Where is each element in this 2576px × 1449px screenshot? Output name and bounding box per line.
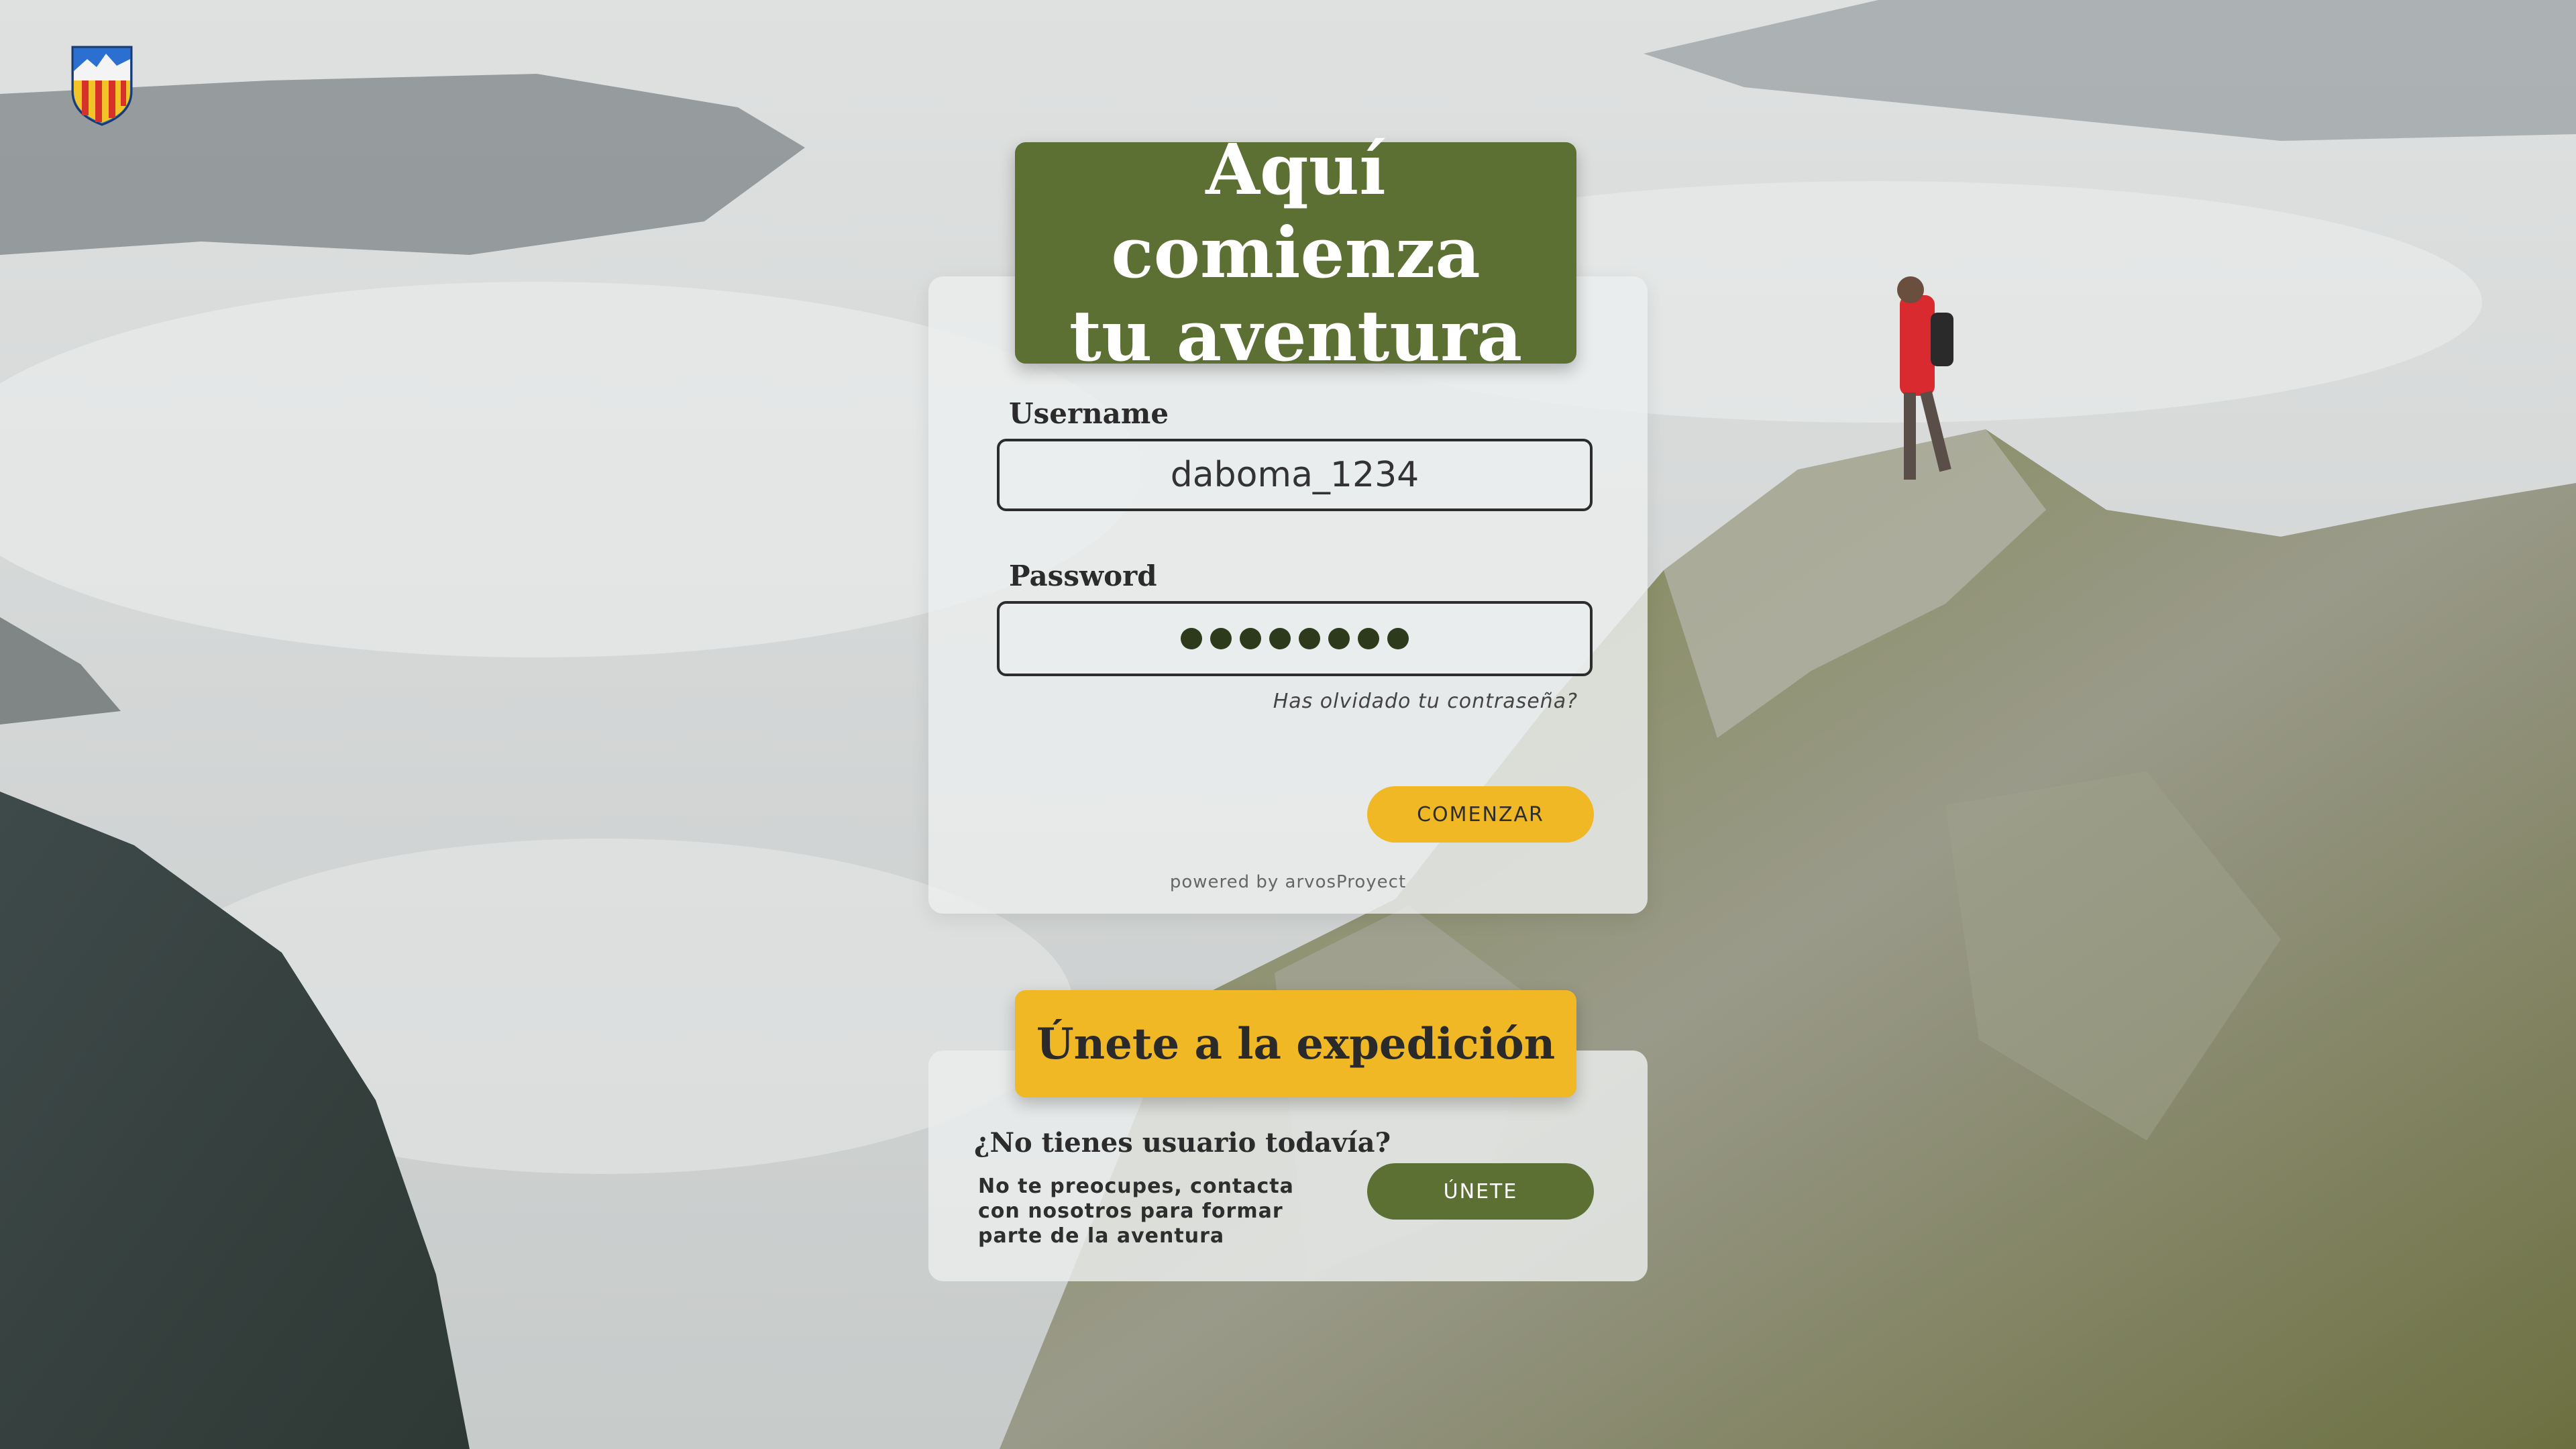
signup-title: Únete a la expedición bbox=[1036, 1018, 1556, 1069]
username-label: Username bbox=[1009, 397, 1169, 430]
mountain-crest-logo[interactable] bbox=[70, 44, 134, 126]
signup-description: No te preocupes, contacta con nosotros p… bbox=[978, 1175, 1294, 1248]
password-mask-dot bbox=[1387, 628, 1409, 649]
signup-title-banner: Únete a la expedición bbox=[1015, 990, 1576, 1097]
join-button[interactable]: ÚNETE bbox=[1367, 1163, 1594, 1220]
password-mask-dot bbox=[1210, 628, 1232, 649]
username-input[interactable] bbox=[997, 439, 1593, 511]
password-mask-dot bbox=[1269, 628, 1291, 649]
forgot-password-link[interactable]: Has olvidado tu contraseña? bbox=[1208, 690, 1578, 713]
signup-question: ¿No tienes usuario todavía? bbox=[974, 1127, 1391, 1159]
powered-by-text: powered by arvosProyect bbox=[1169, 872, 1407, 892]
password-mask-dot bbox=[1240, 628, 1261, 649]
password-mask-dot bbox=[1299, 628, 1320, 649]
password-mask-dot bbox=[1358, 628, 1379, 649]
start-button[interactable]: COMENZAR bbox=[1367, 786, 1594, 843]
login-page: Aquí comienza tu aventura Username Passw… bbox=[0, 0, 2576, 1449]
password-input[interactable] bbox=[997, 601, 1593, 676]
login-title: Aquí comienza tu aventura bbox=[1069, 128, 1523, 377]
password-label: Password bbox=[1009, 559, 1157, 592]
password-mask-dot bbox=[1181, 628, 1202, 649]
login-title-banner: Aquí comienza tu aventura bbox=[1015, 128, 1576, 377]
password-mask-dot bbox=[1328, 628, 1350, 649]
